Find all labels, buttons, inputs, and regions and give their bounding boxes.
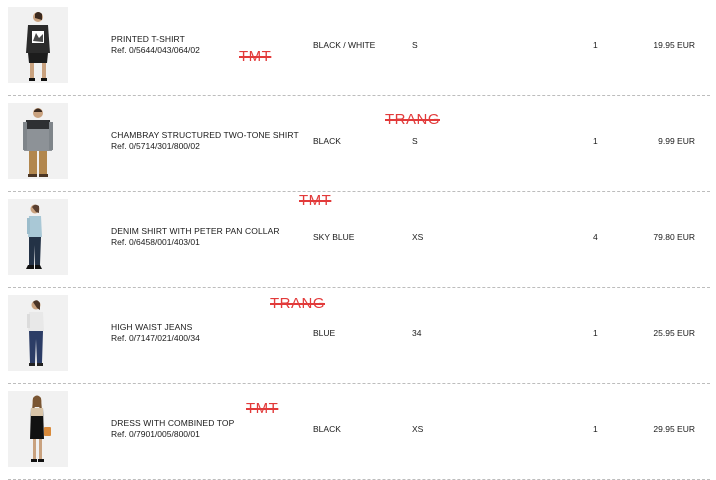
product-color: BLUE [313,328,336,338]
product-thumbnail[interactable] [8,7,68,83]
product-thumbnail[interactable] [8,295,68,371]
product-name[interactable]: CHAMBRAY STRUCTURED TWO-TONE SHIRT [111,130,299,141]
product-price: 25.95 EUR [653,328,695,338]
product-color: BLACK [313,424,341,434]
order-row: HIGH WAIST JEANS Ref. 0/7147/021/400/34 … [0,288,716,384]
product-quantity: 4 [593,232,598,242]
handwritten-annotation: TMT [299,192,332,209]
product-size: XS [412,232,424,242]
product-name[interactable]: DENIM SHIRT WITH PETER PAN COLLAR [111,226,280,237]
product-color: SKY BLUE [313,232,355,242]
handwritten-annotation: TRANG [385,111,440,128]
handwritten-annotation: TMT [239,48,272,65]
product-color: BLACK [313,136,341,146]
order-row: DRESS WITH COMBINED TOP Ref. 0/7901/005/… [0,384,716,480]
order-row: PRINTED T-SHIRT Ref. 0/5644/043/064/02 B… [0,0,716,96]
handwritten-annotation: TRANG [270,295,325,312]
product-size: 34 [412,328,422,338]
product-price: 29.95 EUR [653,424,695,434]
product-name[interactable]: DRESS WITH COMBINED TOP [111,418,234,429]
product-size: XS [412,424,424,434]
order-row: CHAMBRAY STRUCTURED TWO-TONE SHIRT Ref. … [0,96,716,192]
product-ref: Ref. 0/5714/301/800/02 [111,141,200,151]
product-quantity: 1 [593,136,598,146]
handwritten-annotation: TMT [246,400,279,417]
product-thumbnail[interactable] [8,103,68,179]
product-thumbnail[interactable] [8,199,68,275]
product-name[interactable]: HIGH WAIST JEANS [111,322,192,333]
product-color: BLACK / WHITE [313,40,376,50]
product-ref: Ref. 0/7901/005/800/01 [111,429,200,439]
product-thumbnail[interactable] [8,391,68,467]
product-ref: Ref. 0/6458/001/403/01 [111,237,200,247]
product-price: 9.99 EUR [658,136,695,146]
product-price: 19.95 EUR [653,40,695,50]
product-name[interactable]: PRINTED T-SHIRT [111,34,185,45]
order-row: DENIM SHIRT WITH PETER PAN COLLAR Ref. 0… [0,192,716,288]
product-size: S [412,136,418,146]
product-price: 79.80 EUR [653,232,695,242]
product-quantity: 1 [593,40,598,50]
product-size: S [412,40,418,50]
product-ref: Ref. 0/7147/021/400/34 [111,333,200,343]
product-quantity: 1 [593,328,598,338]
product-quantity: 1 [593,424,598,434]
product-ref: Ref. 0/5644/043/064/02 [111,45,200,55]
